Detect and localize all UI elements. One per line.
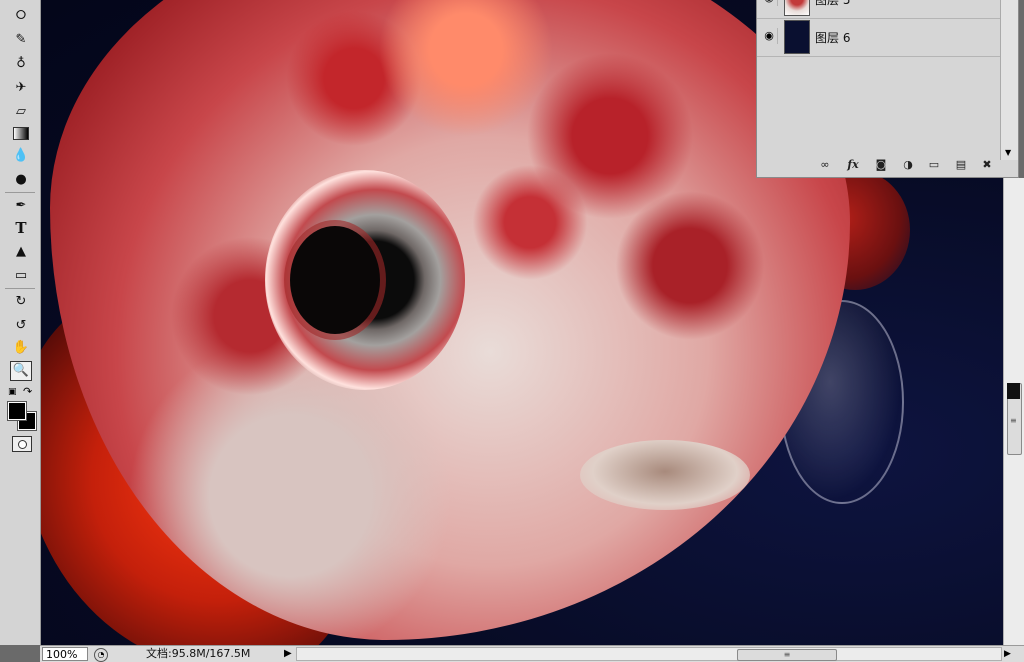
fish-pupil <box>290 226 380 334</box>
toolbox: ⭘ ✎ ♁ ✈ ▱ 💧 ● ✒ T ▲ ▭ ↻ ↺ ✋ 🔍 ▣ ↷ <box>0 0 41 645</box>
scroll-right-icon[interactable]: ▶ <box>1004 647 1011 661</box>
trash-icon[interactable]: ✖ <box>979 157 995 173</box>
link-icon[interactable]: ∞ <box>817 157 833 173</box>
document-size-info: 文档:95.8M/167.5M <box>146 647 251 660</box>
zoom-level-field[interactable]: 100% <box>42 647 88 661</box>
path-select-icon[interactable]: ▲ <box>10 242 32 262</box>
foreground-color-swatch[interactable] <box>7 401 27 421</box>
swap-colors-icon[interactable]: ↷ <box>23 385 32 398</box>
layer-name: 图层 6 <box>815 31 851 45</box>
canvas-horizontal-scrollbar[interactable]: ≡ <box>296 647 1002 661</box>
toolbox-divider <box>5 288 35 289</box>
3d-rotate-icon[interactable]: ↻ <box>10 292 32 312</box>
scroll-down-icon[interactable]: ▼ <box>1005 148 1011 157</box>
status-menu-arrow-icon[interactable]: ▶ <box>284 647 292 661</box>
type-icon[interactable]: T <box>10 218 32 238</box>
3d-orbit-icon[interactable]: ↺ <box>10 316 32 336</box>
layers-panel: ◉ 图层 5 ◉ 图层 6 ▼ ∞ fx ◙ ◑ ▭ ▤ ✖ <box>756 0 1019 178</box>
status-bar: 100% ◔ 文档:95.8M/167.5M ▶ ≡ ▶ <box>40 645 1024 662</box>
color-swatches: ▣ ↷ <box>6 384 37 432</box>
zoom-icon[interactable]: 🔍 <box>10 361 32 381</box>
history-brush-icon[interactable]: ✈ <box>10 78 32 98</box>
status-info-icon[interactable]: ◔ <box>94 648 108 662</box>
eraser-icon[interactable]: ▱ <box>10 102 32 122</box>
eye-icon[interactable]: ◉ <box>761 28 778 44</box>
pen-icon[interactable]: ✒ <box>10 196 32 216</box>
shape-icon[interactable]: ▭ <box>10 266 32 286</box>
grip-icon: ≡ <box>1010 416 1017 425</box>
layer-row[interactable]: ◉ 图层 5 <box>757 0 1001 19</box>
new-layer-icon[interactable]: ▤ <box>953 157 969 173</box>
group-icon[interactable]: ▭ <box>926 157 942 173</box>
layer-name: 图层 5 <box>815 0 851 7</box>
canvas-vertical-scrollbar[interactable]: ≡ <box>1003 178 1024 645</box>
layer-row[interactable]: ◉ 图层 6 <box>757 18 1001 57</box>
adjustment-icon[interactable]: ◑ <box>900 157 916 173</box>
default-colors-icon[interactable]: ▣ <box>8 387 17 397</box>
layers-panel-footer: ∞ fx ◙ ◑ ▭ ▤ ✖ <box>757 154 1001 176</box>
brush-icon[interactable]: ✎ <box>10 30 32 50</box>
lasso-icon[interactable]: ⭘ <box>10 6 32 26</box>
toolbox-divider <box>5 192 35 193</box>
blur-icon[interactable]: 💧 <box>10 146 32 166</box>
horizontal-scroll-thumb[interactable]: ≡ <box>737 649 837 661</box>
quick-mask-icon[interactable] <box>12 436 32 452</box>
fx-icon[interactable]: fx <box>845 157 861 173</box>
layer-thumbnail <box>784 0 810 16</box>
layers-scrollbar[interactable]: ▼ <box>1000 0 1018 160</box>
layer-thumbnail <box>784 20 810 54</box>
gradient-icon[interactable] <box>10 124 32 144</box>
scroll-thumb-cap <box>1007 383 1020 399</box>
eye-icon[interactable]: ◉ <box>761 0 778 6</box>
mask-icon[interactable]: ◙ <box>873 157 889 173</box>
stamp-icon[interactable]: ♁ <box>10 54 32 74</box>
fish-mouth <box>580 440 750 510</box>
hand-icon[interactable]: ✋ <box>10 338 32 358</box>
dodge-icon[interactable]: ● <box>10 170 32 190</box>
